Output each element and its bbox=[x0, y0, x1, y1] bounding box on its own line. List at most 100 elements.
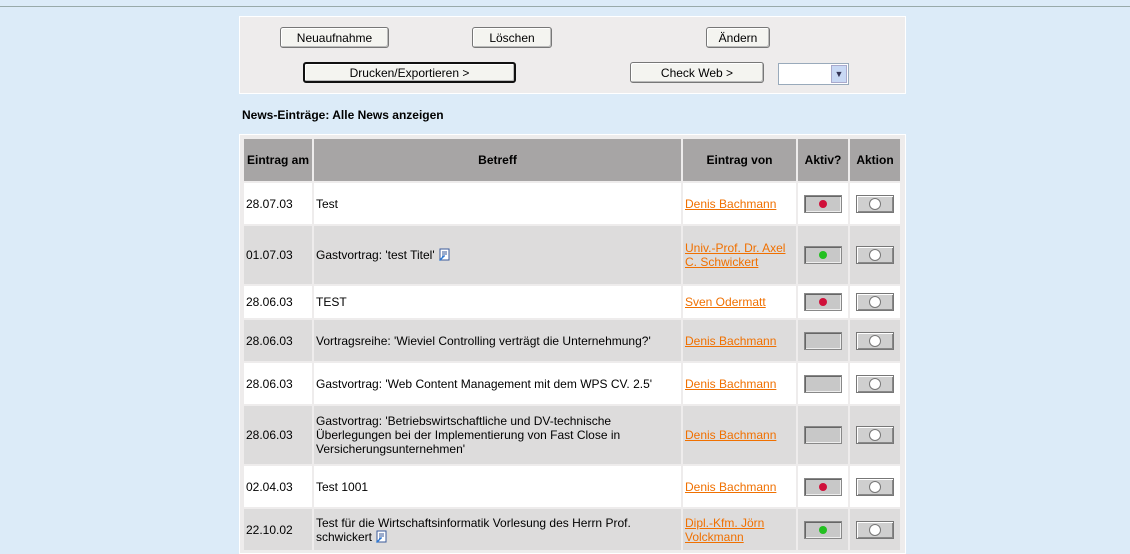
row-date: 01.07.03 bbox=[244, 226, 312, 284]
author-link[interactable]: Univ.-Prof. Dr. Axel C. Schwickert bbox=[685, 241, 785, 269]
new-entry-button[interactable]: Neuaufnahme bbox=[280, 27, 389, 48]
status-dot-icon bbox=[819, 199, 827, 208]
chevron-down-icon[interactable]: ▼ bbox=[831, 65, 847, 83]
table-row: 02.04.03 Test 1001 Denis Bachmann bbox=[244, 466, 900, 507]
active-toggle[interactable] bbox=[804, 194, 842, 213]
row-action-cell bbox=[850, 183, 900, 224]
select-radio[interactable] bbox=[856, 426, 894, 444]
header-author: Eintrag von bbox=[683, 139, 796, 181]
row-subject: Test bbox=[316, 196, 339, 211]
active-toggle[interactable] bbox=[804, 426, 842, 444]
row-active-cell bbox=[798, 320, 848, 361]
table-row: 01.07.03 Gastvortrag: 'test Titel' Univ.-P… bbox=[244, 226, 900, 284]
document-pencil-icon[interactable] bbox=[438, 248, 451, 261]
author-link[interactable]: Denis Bachmann bbox=[685, 197, 776, 211]
radio-icon bbox=[869, 249, 881, 261]
select-radio[interactable] bbox=[856, 194, 894, 213]
select-radio[interactable] bbox=[856, 477, 894, 496]
row-author-cell: Sven Odermatt bbox=[683, 286, 796, 318]
header-active: Aktiv? bbox=[798, 139, 848, 181]
select-radio[interactable] bbox=[856, 374, 894, 393]
active-toggle[interactable] bbox=[804, 293, 842, 311]
row-subject-cell: TEST bbox=[314, 286, 681, 318]
row-active-cell bbox=[798, 509, 848, 550]
row-subject-cell: Test 1001 bbox=[314, 466, 681, 507]
print-export-button[interactable]: Drucken/Exportieren > bbox=[303, 62, 516, 83]
active-toggle[interactable] bbox=[804, 520, 842, 539]
author-link[interactable]: Denis Bachmann bbox=[685, 480, 776, 494]
radio-icon bbox=[869, 296, 881, 308]
table-row: 28.06.03 Gastvortrag: 'Betriebswirtschaft… bbox=[244, 406, 900, 464]
table-row: 28.07.03 Test Denis Bachmann bbox=[244, 183, 900, 224]
row-subject: TEST bbox=[316, 295, 347, 309]
row-action-cell bbox=[850, 286, 900, 318]
edit-button[interactable]: Ändern bbox=[706, 27, 770, 48]
table-row: 22.10.02 Test für die Wirtschaftsinformat… bbox=[244, 509, 900, 550]
header-subject: Betreff bbox=[314, 139, 681, 181]
select-radio[interactable] bbox=[856, 331, 894, 350]
author-link[interactable]: Denis Bachmann bbox=[685, 428, 776, 442]
row-author-cell: Denis Bachmann bbox=[683, 363, 796, 404]
row-subject-cell: Gastvortrag: 'test Titel' bbox=[314, 226, 681, 284]
row-subject: Gastvortrag: 'Betriebswirtschaftliche un… bbox=[316, 414, 621, 456]
row-date: 02.04.03 bbox=[244, 466, 312, 507]
row-subject: Gastvortrag: 'test Titel' bbox=[316, 248, 435, 262]
radio-icon bbox=[869, 197, 881, 210]
select-radio[interactable] bbox=[856, 246, 894, 264]
row-active-cell bbox=[798, 363, 848, 404]
row-date: 28.06.03 bbox=[244, 406, 312, 464]
row-subject: Gastvortrag: 'Web Content Management mit… bbox=[316, 376, 653, 391]
header-action: Aktion bbox=[850, 139, 900, 181]
row-action-cell bbox=[850, 466, 900, 507]
row-author-cell: Dipl.-Kfm. Jörn Volckmann bbox=[683, 509, 796, 550]
status-dot-icon bbox=[819, 251, 827, 259]
status-dot-icon bbox=[819, 298, 827, 306]
radio-icon bbox=[869, 377, 881, 390]
action-select[interactable]: ▼ bbox=[778, 63, 849, 85]
table-row: 28.06.03 Vortragsreihe: 'Wieviel Controll… bbox=[244, 320, 900, 361]
select-radio[interactable] bbox=[856, 293, 894, 311]
select-radio[interactable] bbox=[856, 520, 894, 539]
row-author-cell: Denis Bachmann bbox=[683, 183, 796, 224]
row-subject-cell: Test bbox=[314, 183, 681, 224]
row-date: 28.06.03 bbox=[244, 286, 312, 318]
active-toggle[interactable] bbox=[804, 331, 842, 350]
row-active-cell bbox=[798, 226, 848, 284]
check-web-button[interactable]: Check Web > bbox=[630, 62, 764, 83]
row-subject-cell: Test für die Wirtschaftsinformatik Vorle… bbox=[314, 509, 681, 550]
author-link[interactable]: Dipl.-Kfm. Jörn Volckmann bbox=[685, 516, 764, 544]
row-active-cell bbox=[798, 286, 848, 318]
author-link[interactable]: Denis Bachmann bbox=[685, 334, 776, 348]
header-date: Eintrag am bbox=[244, 139, 312, 181]
news-table-panel: Eintrag am Betreff Eintrag von Aktiv? Ak… bbox=[239, 134, 906, 554]
top-edge bbox=[0, 0, 1130, 7]
status-dot-icon bbox=[819, 525, 827, 534]
radio-icon bbox=[869, 429, 881, 441]
row-subject: Vortragsreihe: 'Wieviel Controlling vert… bbox=[316, 333, 651, 348]
delete-button[interactable]: Löschen bbox=[472, 27, 552, 48]
author-link[interactable]: Denis Bachmann bbox=[685, 377, 776, 391]
row-active-cell bbox=[798, 466, 848, 507]
row-action-cell bbox=[850, 226, 900, 284]
author-link[interactable]: Sven Odermatt bbox=[685, 295, 766, 309]
row-subject-cell: Gastvortrag: 'Betriebswirtschaftliche un… bbox=[314, 406, 681, 464]
active-toggle[interactable] bbox=[804, 374, 842, 393]
row-author-cell: Denis Bachmann bbox=[683, 466, 796, 507]
row-active-cell bbox=[798, 183, 848, 224]
status-dot-icon bbox=[819, 482, 827, 491]
row-date: 28.06.03 bbox=[244, 363, 312, 404]
row-action-cell bbox=[850, 363, 900, 404]
table-row: 28.06.03 Gastvortrag: 'Web Content Manage… bbox=[244, 363, 900, 404]
radio-icon bbox=[869, 480, 881, 493]
row-author-cell: Denis Bachmann bbox=[683, 320, 796, 361]
row-action-cell bbox=[850, 509, 900, 550]
row-action-cell bbox=[850, 320, 900, 361]
active-toggle[interactable] bbox=[804, 477, 842, 496]
row-date: 22.10.02 bbox=[244, 509, 312, 550]
section-title: News-Einträge: Alle News anzeigen bbox=[242, 108, 444, 122]
row-subject-cell: Vortragsreihe: 'Wieviel Controlling vert… bbox=[314, 320, 681, 361]
document-pencil-icon[interactable] bbox=[375, 530, 388, 543]
news-table: Eintrag am Betreff Eintrag von Aktiv? Ak… bbox=[242, 137, 902, 552]
table-row: 28.06.03 TEST Sven Odermatt bbox=[244, 286, 900, 318]
active-toggle[interactable] bbox=[804, 246, 842, 264]
